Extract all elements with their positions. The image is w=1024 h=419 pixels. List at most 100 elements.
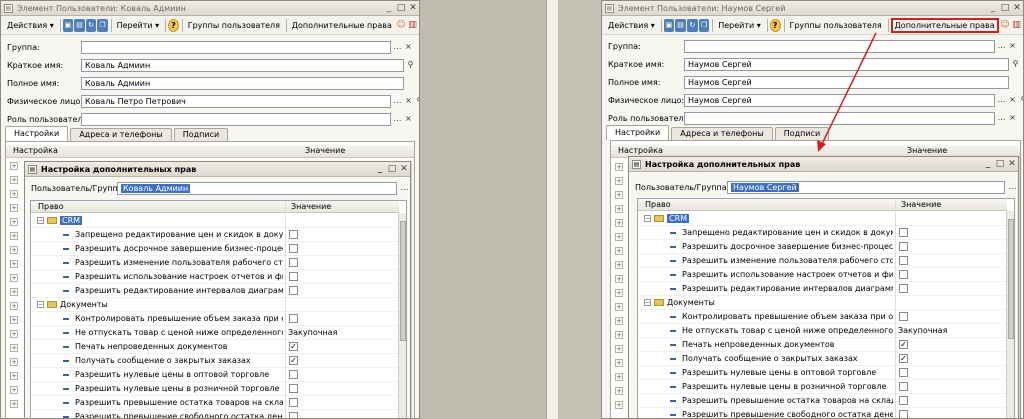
- checkbox[interactable]: [289, 370, 298, 379]
- tree-group-row[interactable]: − CRM: [638, 212, 1006, 226]
- clear-icon[interactable]: ×: [1007, 113, 1018, 124]
- expand-icon[interactable]: +: [615, 387, 623, 395]
- search-icon[interactable]: ⚲: [414, 96, 419, 107]
- expand-icon[interactable]: +: [10, 386, 18, 394]
- checkbox[interactable]: [899, 242, 908, 251]
- select-ellipsis-icon[interactable]: …: [996, 113, 1007, 124]
- expand-icon[interactable]: +: [10, 400, 18, 408]
- expand-icon[interactable]: +: [615, 191, 623, 199]
- checkbox[interactable]: [289, 230, 298, 239]
- delete-icon[interactable]: ▥: [1011, 19, 1022, 32]
- checkbox-checked[interactable]: ✓: [289, 342, 298, 351]
- help-icon[interactable]: ?: [167, 18, 179, 32]
- minimize-icon[interactable]: _: [987, 3, 999, 13]
- checkbox[interactable]: [289, 384, 298, 393]
- expand-icon[interactable]: +: [10, 316, 18, 324]
- checkbox[interactable]: [899, 312, 908, 321]
- expand-icon[interactable]: +: [615, 261, 623, 269]
- checkbox[interactable]: [899, 270, 908, 279]
- tree-group-row[interactable]: − Документы: [31, 298, 398, 312]
- checkbox[interactable]: [899, 368, 908, 377]
- checkbox[interactable]: [899, 284, 908, 293]
- expand-icon[interactable]: +: [10, 246, 18, 254]
- tree-item-row[interactable]: Разрешить использование настроек отчетов…: [638, 268, 1006, 282]
- tree-item-row[interactable]: Разрешить нулевые цены в оптовой торговл…: [638, 366, 1006, 380]
- expand-icon[interactable]: +: [10, 176, 18, 184]
- user-groups-button[interactable]: Группы пользователя: [786, 18, 884, 33]
- close-icon[interactable]: ✕: [398, 164, 410, 174]
- checkbox[interactable]: [289, 272, 298, 281]
- expand-icon[interactable]: +: [615, 401, 623, 409]
- expand-icon[interactable]: +: [10, 302, 18, 310]
- expand-icon[interactable]: +: [10, 218, 18, 226]
- tree-item-row[interactable]: Разрешить превышение свободного остатка …: [638, 408, 1006, 418]
- expand-icon[interactable]: +: [615, 233, 623, 241]
- checkbox[interactable]: [289, 258, 298, 267]
- checkbox[interactable]: [289, 398, 298, 407]
- checkbox-checked[interactable]: ✓: [899, 340, 908, 349]
- tree-item-row[interactable]: Разрешить нулевые цены в розничной торго…: [31, 382, 398, 396]
- expand-icon[interactable]: +: [615, 205, 623, 213]
- refresh-icon[interactable]: ↻: [686, 18, 698, 32]
- checkbox[interactable]: [289, 314, 298, 323]
- search-icon[interactable]: ⚲: [1010, 59, 1021, 70]
- select-ellipsis-icon[interactable]: …: [392, 114, 403, 125]
- select-ellipsis-icon[interactable]: …: [1007, 182, 1018, 193]
- tree-item-row[interactable]: Разрешить досрочное завершение бизнес-пр…: [638, 240, 1006, 254]
- tree-item-row[interactable]: Печать непроведенных документов ✓: [638, 338, 1006, 352]
- copy-icon[interactable]: ❐: [698, 18, 710, 32]
- field-input[interactable]: Наумов Сергей: [684, 94, 995, 107]
- clear-icon[interactable]: ×: [1007, 41, 1018, 52]
- select-ellipsis-icon[interactable]: …: [399, 183, 410, 194]
- clear-icon[interactable]: ×: [403, 42, 414, 53]
- expand-icon[interactable]: +: [615, 345, 623, 353]
- tab-signatures[interactable]: Подписи: [173, 128, 229, 141]
- expand-icon[interactable]: +: [10, 358, 18, 366]
- expand-icon[interactable]: +: [10, 288, 18, 296]
- user-group-field[interactable]: Наумов Сергей: [727, 181, 1005, 194]
- user-icon[interactable]: ☺: [1000, 19, 1011, 32]
- maximize-icon[interactable]: □: [999, 3, 1011, 13]
- user-groups-button[interactable]: Группы пользователя: [185, 18, 283, 33]
- tree-item-row[interactable]: Разрешить превышение свободного остатка …: [31, 410, 398, 418]
- goto-menu-button[interactable]: Перейти ▾: [114, 18, 163, 33]
- copy-icon[interactable]: ❐: [97, 18, 108, 32]
- tree-item-row[interactable]: Разрешить редактирование интервалов диаг…: [31, 284, 398, 298]
- help-icon[interactable]: ?: [769, 18, 781, 32]
- maximize-icon[interactable]: □: [395, 3, 407, 13]
- tree-item-row[interactable]: Контролировать превышение объем заказа п…: [31, 312, 398, 326]
- tree-item-row[interactable]: Разрешить редактирование интервалов диаг…: [638, 282, 1006, 296]
- tree-group-row[interactable]: − CRM: [31, 214, 398, 228]
- select-ellipsis-icon[interactable]: …: [996, 41, 1007, 52]
- tree-item-row[interactable]: Получать сообщение о закрытых заказах ✓: [638, 352, 1006, 366]
- tree-item-row[interactable]: Разрешить досрочное завершение бизнес-пр…: [31, 242, 398, 256]
- tree-item-row[interactable]: Печать непроведенных документов ✓: [31, 340, 398, 354]
- expand-icon[interactable]: +: [10, 372, 18, 380]
- right-tree-scrollbar[interactable]: [1006, 211, 1014, 418]
- minimize-icon[interactable]: _: [383, 3, 395, 13]
- extra-rights-button-highlighted[interactable]: Дополнительные права: [890, 17, 999, 33]
- close-icon[interactable]: ✕: [1011, 3, 1023, 13]
- expand-icon[interactable]: +: [10, 274, 18, 282]
- tree-item-row[interactable]: Разрешить превышение остатка товаров на …: [31, 396, 398, 410]
- expand-icon[interactable]: +: [615, 359, 623, 367]
- expand-icon[interactable]: +: [615, 177, 623, 185]
- tab-addresses[interactable]: Адреса и телефоны: [70, 128, 172, 141]
- tree-item-row[interactable]: Запрещено редактирование цен и скидок в …: [638, 226, 1006, 240]
- checkbox-checked[interactable]: ✓: [289, 356, 298, 365]
- delete-icon[interactable]: ▥: [407, 19, 418, 32]
- user-group-field[interactable]: Коваль Адмиин: [117, 182, 397, 195]
- expand-icon[interactable]: +: [10, 330, 18, 338]
- extra-rights-button[interactable]: Дополнительные права: [289, 18, 395, 33]
- field-input[interactable]: Коваль Адмиин: [81, 77, 404, 90]
- scroll-thumb[interactable]: [1008, 219, 1014, 339]
- expand-icon[interactable]: +: [615, 219, 623, 227]
- field-input[interactable]: [81, 41, 391, 54]
- save-icon[interactable]: ▣: [663, 18, 675, 32]
- select-ellipsis-icon[interactable]: …: [392, 96, 403, 107]
- expand-icon[interactable]: +: [10, 344, 18, 352]
- close-icon[interactable]: ✕: [1006, 159, 1018, 169]
- clear-icon[interactable]: ×: [403, 114, 414, 125]
- minimize-icon[interactable]: _: [982, 159, 994, 169]
- field-input[interactable]: Коваль Петро Петрович: [81, 95, 391, 108]
